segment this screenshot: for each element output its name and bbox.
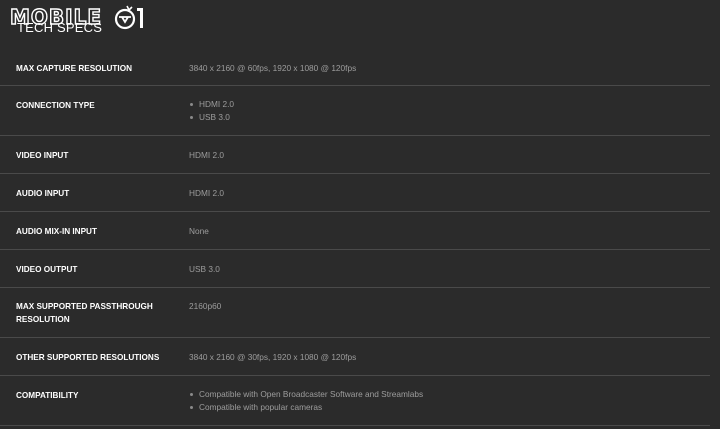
spec-value: 3840 x 2160 @ 60fps, 1920 x 1080 @ 120fp…	[189, 63, 357, 73]
spec-value: 3840 x 2160 @ 30fps, 1920 x 1080 @ 120fp…	[189, 352, 357, 362]
spec-label: VIDEO OUTPUT	[16, 265, 78, 274]
logo-mark-icon	[114, 5, 143, 30]
spec-value: None	[189, 226, 209, 236]
spec-label: MAX CAPTURE RESOLUTION	[16, 64, 132, 73]
specs-table: MAX CAPTURE RESOLUTION 3840 x 2160 @ 60f…	[0, 48, 710, 426]
spec-label: CONNECTION TYPE	[16, 101, 95, 110]
spec-label: VIDEO INPUT	[16, 151, 69, 160]
spec-row: AUDIO MIX-IN INPUT None	[0, 212, 710, 250]
spec-row: COMPATIBILITY Compatible with Open Broad…	[0, 376, 710, 426]
spec-value: USB 3.0	[189, 264, 220, 274]
list-item: Compatible with Open Broadcaster Softwar…	[189, 388, 423, 401]
spec-value: 2160p60	[189, 301, 222, 311]
list-item: HDMI 2.0	[189, 98, 234, 111]
spec-label: MAX SUPPORTED PASSTHROUGH RESOLUTION	[16, 302, 153, 324]
spec-row: AUDIO INPUT HDMI 2.0	[0, 174, 710, 212]
section-title: TECH SPECS	[17, 20, 103, 35]
spec-label: AUDIO MIX-IN INPUT	[16, 227, 97, 236]
spec-label: AUDIO INPUT	[16, 189, 70, 198]
list-item: Compatible with popular cameras	[189, 401, 423, 414]
spec-value: HDMI 2.0	[189, 150, 225, 160]
spec-label: COMPATIBILITY	[16, 391, 79, 400]
spec-row: MAX CAPTURE RESOLUTION 3840 x 2160 @ 60f…	[0, 48, 710, 86]
spec-value-list: Compatible with Open Broadcaster Softwar…	[189, 376, 423, 414]
spec-row: VIDEO INPUT HDMI 2.0	[0, 136, 710, 174]
spec-label: OTHER SUPPORTED RESOLUTIONS	[16, 353, 160, 362]
spec-row: VIDEO OUTPUT USB 3.0	[0, 250, 710, 288]
spec-row: MAX SUPPORTED PASSTHROUGH RESOLUTION 216…	[0, 288, 710, 338]
spec-row: CONNECTION TYPE HDMI 2.0 USB 3.0	[0, 86, 710, 136]
spec-row: OTHER SUPPORTED RESOLUTIONS 3840 x 2160 …	[0, 338, 710, 376]
list-item: USB 3.0	[189, 111, 234, 124]
spec-value: HDMI 2.0	[189, 188, 225, 198]
spec-value-list: HDMI 2.0 USB 3.0	[189, 86, 234, 124]
